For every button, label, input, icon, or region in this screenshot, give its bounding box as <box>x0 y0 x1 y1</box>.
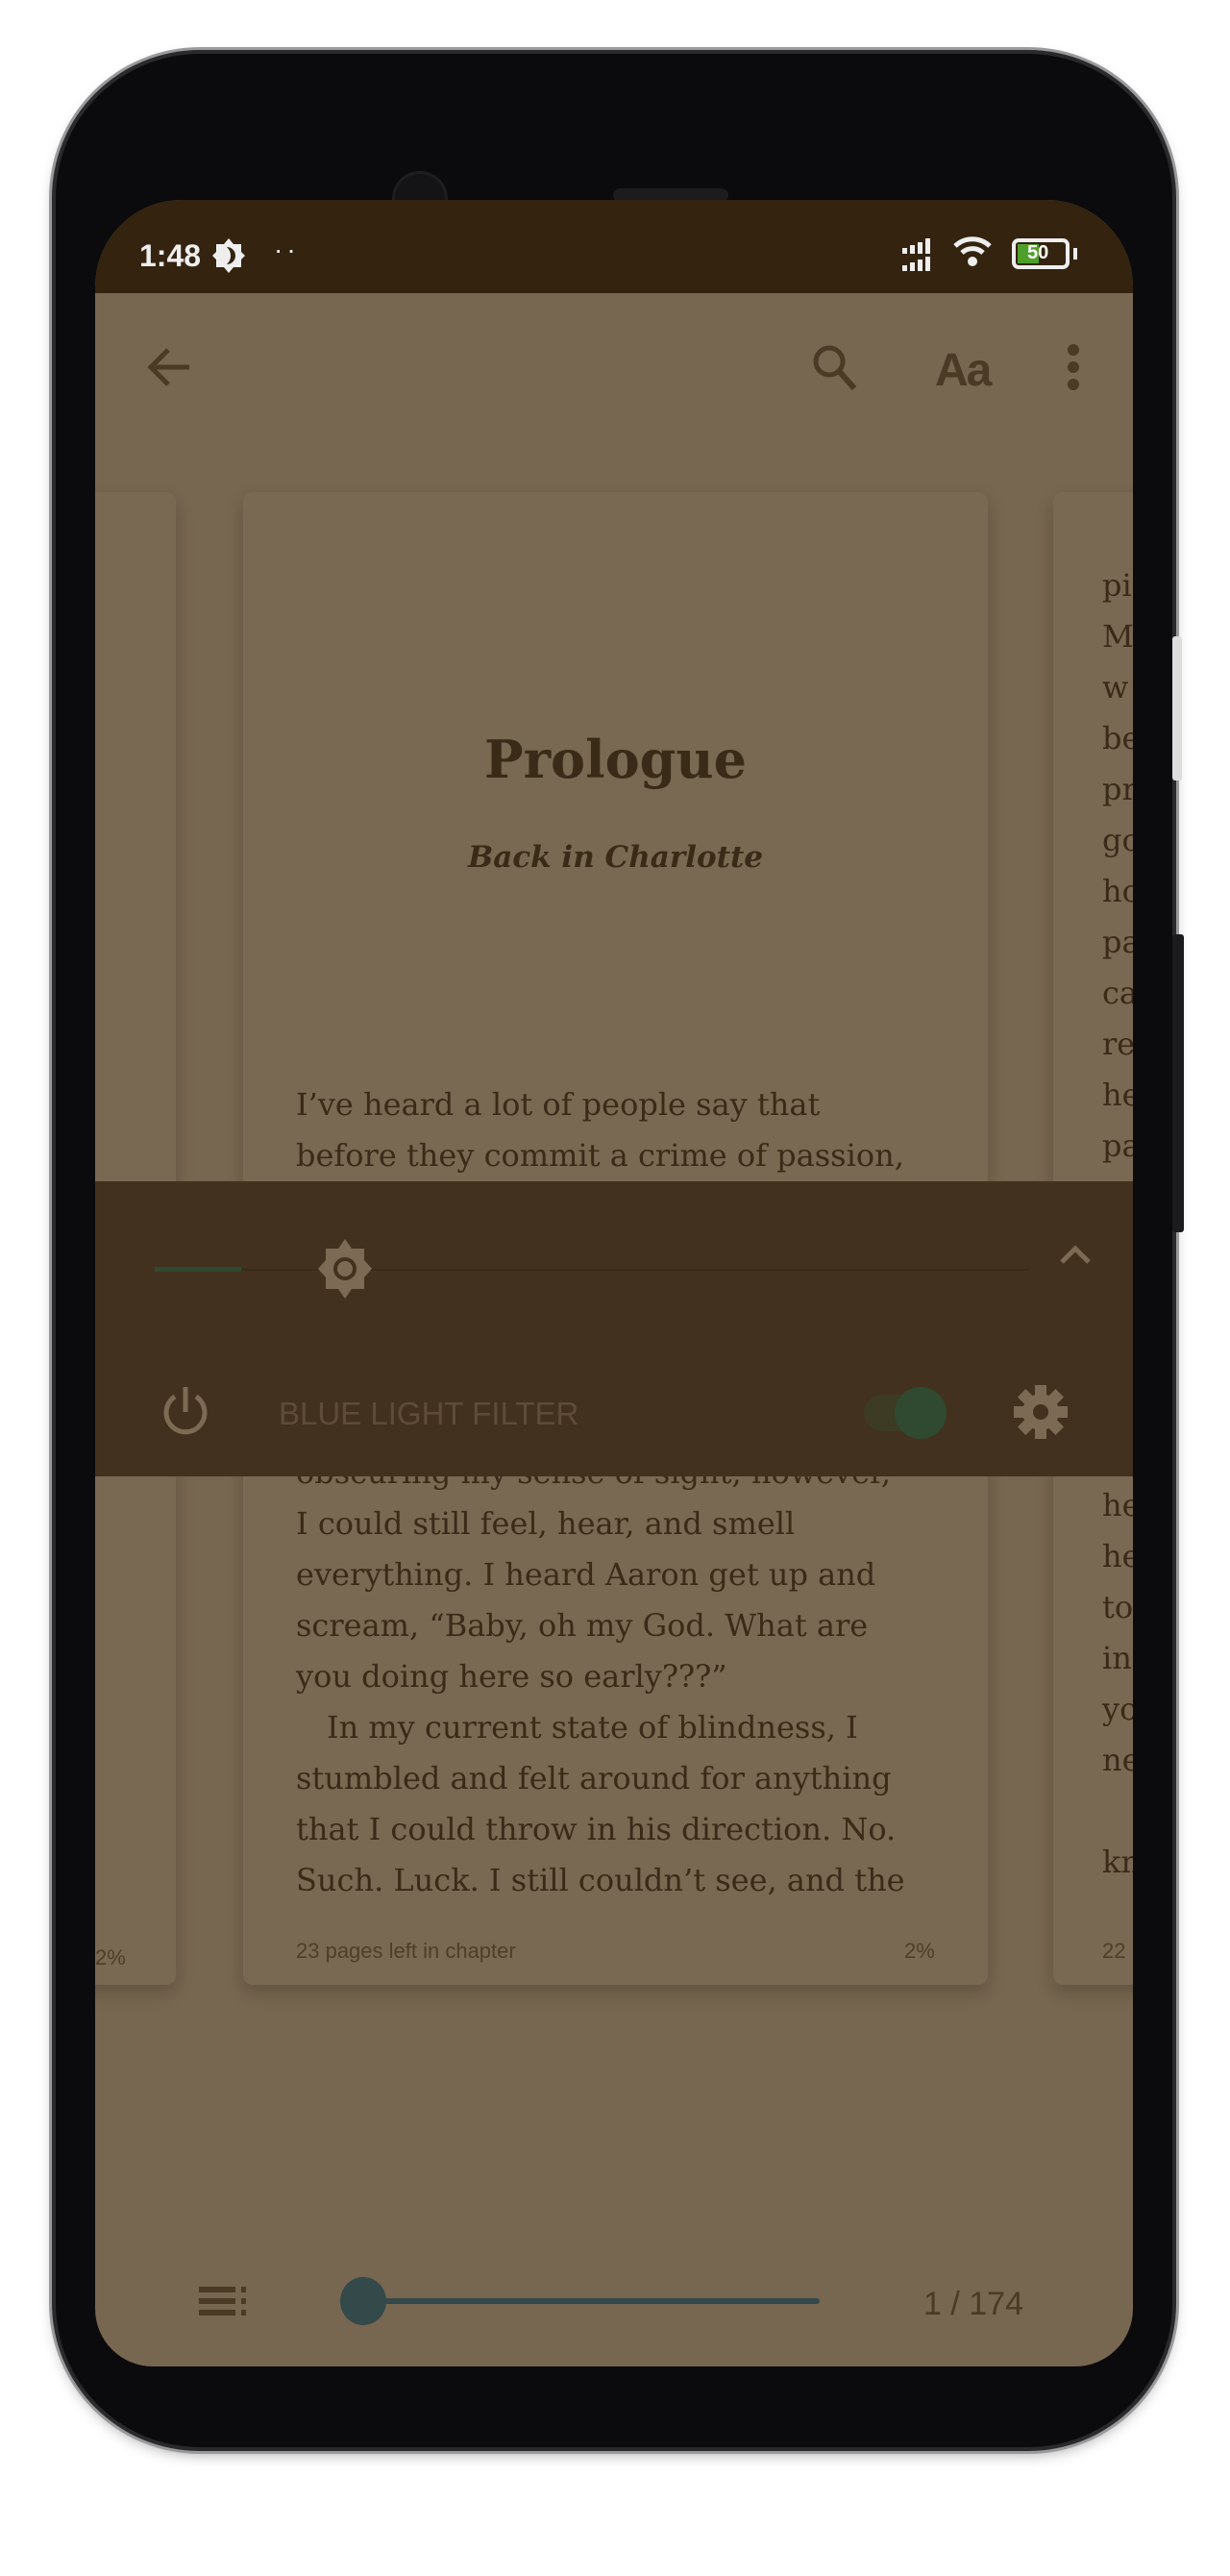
settings-gear-icon[interactable] <box>1014 1385 1068 1439</box>
blue-light-filter-toggle[interactable] <box>864 1387 947 1439</box>
next-page-text-fragment: ne <box>1102 1742 1133 1778</box>
side-button <box>1172 636 1182 780</box>
side-button <box>1172 934 1184 1232</box>
chapter-title: Prologue <box>484 729 747 790</box>
power-icon[interactable] <box>159 1385 212 1439</box>
next-page-text-fragment: in <box>1102 1640 1132 1676</box>
text-line: Such. Luck. I still couldn’t see, and th… <box>296 1862 905 1898</box>
text-line: before they commit a crime of passion, <box>296 1137 904 1174</box>
text-line: scream, “Baby, oh my God. What are <box>296 1607 869 1644</box>
collapse-chevron-icon[interactable] <box>1058 1243 1093 1266</box>
next-page-text-fragment: pi <box>1102 567 1132 604</box>
next-page-text-fragment: go <box>1102 822 1133 858</box>
page-indicator: 1 / 174 <box>923 2286 1023 2322</box>
next-page-text-fragment: pa <box>1102 924 1133 960</box>
status-bar: 1:48 ·· 50 <box>95 200 1133 293</box>
font-settings-icon[interactable]: Aa <box>935 344 992 397</box>
more-vert-icon[interactable] <box>1066 342 1081 392</box>
next-page-text-fragment: be <box>1102 720 1133 756</box>
next-page-text-fragment: ca <box>1102 975 1133 1011</box>
screen: 1:48 ·· 50 Aa 2% Prologue Back in Charlo… <box>95 200 1133 2366</box>
brightness-slider-thumb-icon[interactable] <box>316 1239 374 1299</box>
text-line: everything. I heard Aaron get up and <box>296 1556 876 1593</box>
battery-level: 50 <box>1027 242 1049 263</box>
notification-dots-icon: ·· <box>274 235 300 264</box>
page-slider[interactable] <box>360 2298 820 2304</box>
text-line: that I could throw in his direction. No. <box>296 1811 897 1847</box>
next-page-text-fragment: M <box>1102 618 1133 655</box>
next-page-text-fragment: to <box>1102 1589 1133 1625</box>
next-page-text-fragment: yo <box>1102 1691 1133 1727</box>
text-line: stumbled and felt around for anything <box>296 1760 892 1796</box>
table-of-contents-icon[interactable] <box>199 2287 249 2316</box>
text-line: In my current state of blindness, I <box>296 1709 858 1746</box>
search-icon[interactable] <box>810 342 860 392</box>
page-slider-thumb[interactable] <box>339 2277 386 2325</box>
pages-left-in-chapter: 23 pages left in chapter <box>296 1939 516 1963</box>
toggle-knob <box>895 1387 947 1439</box>
blue-light-filter-panel: BLUE LIGHT FILTER <box>95 1181 1133 1476</box>
back-arrow-icon[interactable] <box>145 342 195 392</box>
previous-page-percent: 2% <box>95 1945 126 1969</box>
next-page-text-fragment: pa <box>1102 1127 1133 1164</box>
next-page-footer: 22 <box>1102 1939 1126 1963</box>
battery-icon: 50 <box>1012 238 1070 269</box>
next-page-text-fragment: pr <box>1102 771 1133 807</box>
next-page-text-fragment: w <box>1102 669 1129 706</box>
next-page-text-fragment: kn <box>1102 1844 1133 1880</box>
text-line: I could still feel, hear, and smell <box>296 1505 796 1542</box>
wifi-icon <box>953 236 992 266</box>
blue-light-filter-label: BLUE LIGHT FILTER <box>279 1396 579 1431</box>
text-line: you doing here so early???” <box>296 1658 727 1695</box>
brightness-slider-fill <box>155 1267 241 1272</box>
next-page-text-fragment: ho <box>1102 873 1133 909</box>
next-page-text-fragment: re <box>1102 1026 1133 1062</box>
signal-icon <box>902 238 930 271</box>
brightness-slider[interactable] <box>155 1269 1029 1271</box>
book-percent: 2% <box>904 1939 935 1963</box>
next-page-text-fragment: he <box>1102 1538 1133 1574</box>
next-page-text-fragment: he <box>1102 1077 1133 1113</box>
status-time: 1:48 <box>139 238 202 273</box>
text-line: I’ve heard a lot of people say that <box>296 1086 821 1123</box>
next-page-text-fragment: he <box>1102 1487 1133 1523</box>
chapter-subtitle: Back in Charlotte <box>468 840 763 875</box>
brightness-auto-icon <box>212 238 245 273</box>
